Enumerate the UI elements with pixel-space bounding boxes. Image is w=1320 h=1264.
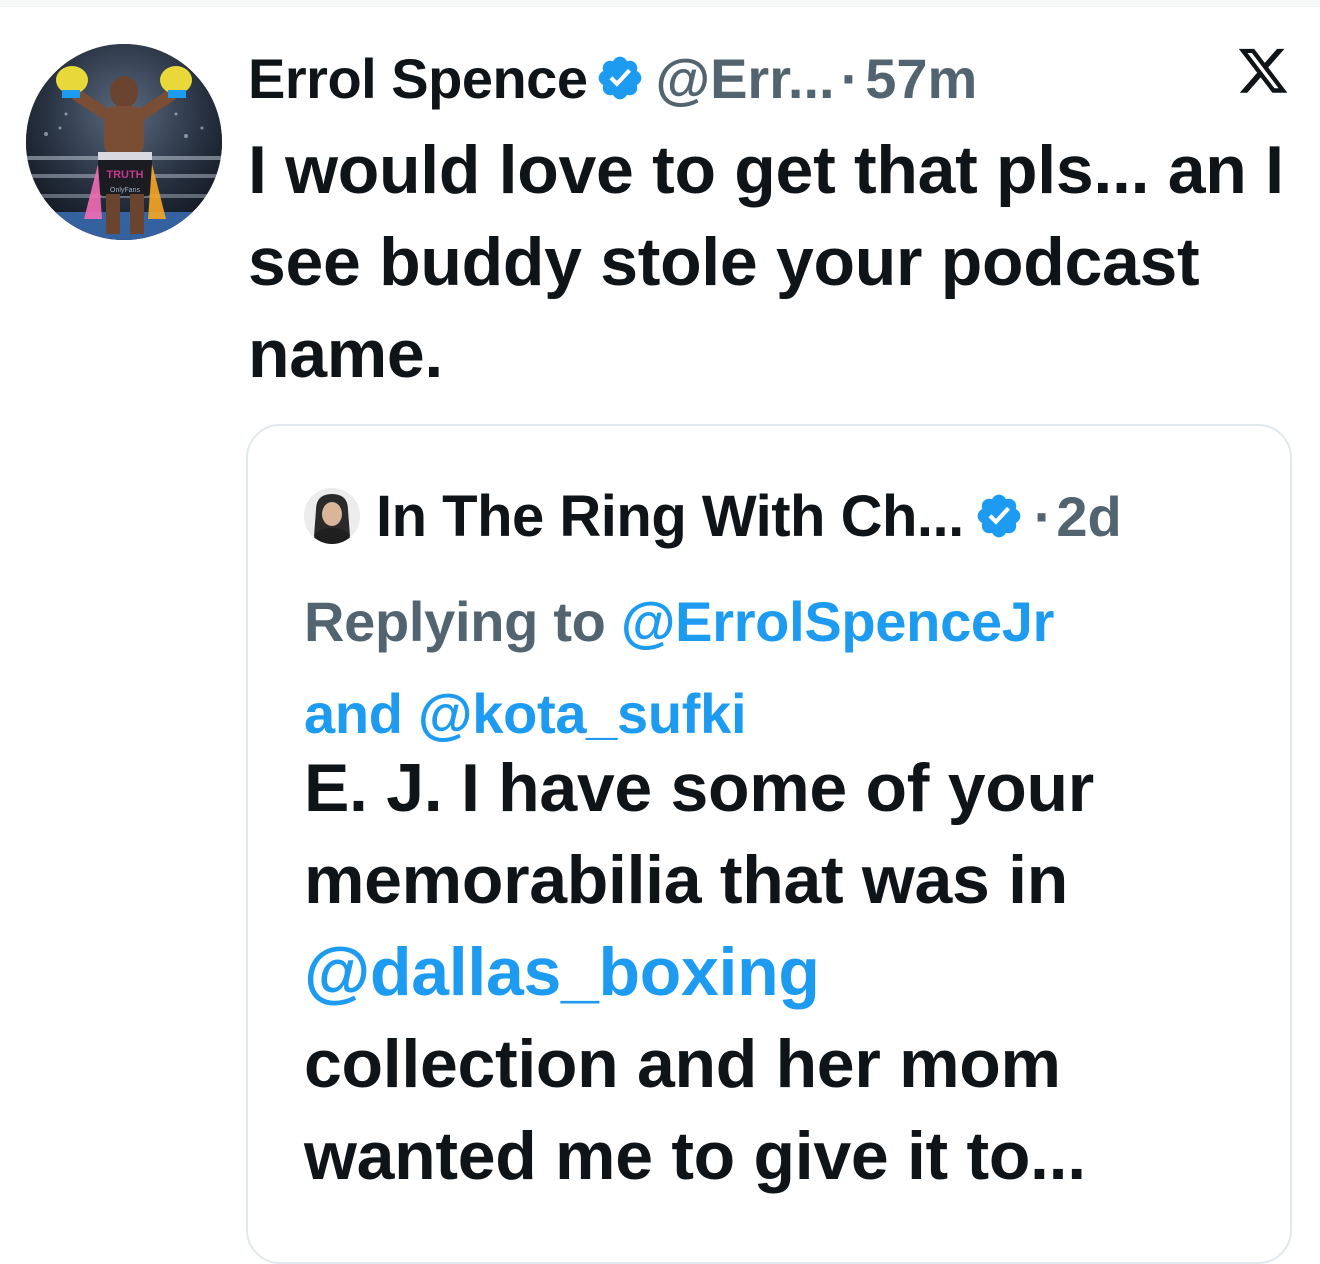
replying-to: Replying to @ErrolSpenceJr and @kota_suf… — [304, 576, 1264, 760]
quoted-author-name[interactable]: In The Ring With Ch... — [376, 483, 964, 550]
quoted-avatar-image — [304, 488, 360, 544]
header-separator: · — [840, 46, 860, 110]
quoted-tweet-header: In The Ring With Ch... · 2d — [304, 478, 1122, 554]
tweet-timestamp[interactable]: 57m — [865, 46, 977, 111]
replying-and: and — [304, 682, 418, 745]
replying-line-1: Replying to @ErrolSpenceJr — [304, 576, 1264, 668]
quoted-tweet-timestamp[interactable]: 2d — [1056, 484, 1121, 549]
author-handle[interactable]: @Err... — [655, 46, 834, 111]
verified-badge-icon[interactable] — [595, 53, 645, 103]
quoted-author-avatar[interactable] — [304, 488, 360, 544]
verified-badge-icon[interactable] — [974, 491, 1024, 541]
tweet[interactable]: TRUTH OnlyFans Errol Spence @Err... · 57… — [0, 0, 1320, 1264]
quoted-tweet-text: E. J. I have some of your memorabilia th… — [304, 742, 1264, 1202]
reply-mention-kota-sufki[interactable]: @kota_sufki — [418, 682, 747, 745]
x-logo-icon — [1238, 48, 1288, 93]
tweet-header: Errol Spence @Err... · 57m — [248, 38, 977, 118]
avatar-sponsor-text: OnlyFans — [110, 187, 140, 194]
author-name[interactable]: Errol Spence — [248, 46, 588, 111]
avatar-shorts-text: TRUTH — [106, 169, 143, 181]
quoted-text-line: collection and her mom — [304, 1026, 1061, 1102]
quoted-text-line: memorabilia that was in — [304, 842, 1068, 918]
quoted-header-separator: · — [1033, 484, 1053, 548]
replying-prefix: Replying to — [304, 590, 621, 653]
reply-mention-errolspencejr[interactable]: @ErrolSpenceJr — [621, 590, 1055, 653]
quoted-tweet-card[interactable]: In The Ring With Ch... · 2d Replying to … — [246, 424, 1292, 1264]
avatar-image: TRUTH OnlyFans — [26, 44, 222, 240]
quoted-text-line: wanted me to give it to... — [304, 1118, 1086, 1194]
author-avatar[interactable]: TRUTH OnlyFans — [26, 44, 222, 240]
mention-dallas-boxing[interactable]: @dallas_boxing — [304, 926, 1264, 1018]
tweet-text: I would love to get that pls... an I see… — [248, 132, 1284, 392]
quoted-text-line: E. J. I have some of your — [304, 750, 1094, 826]
